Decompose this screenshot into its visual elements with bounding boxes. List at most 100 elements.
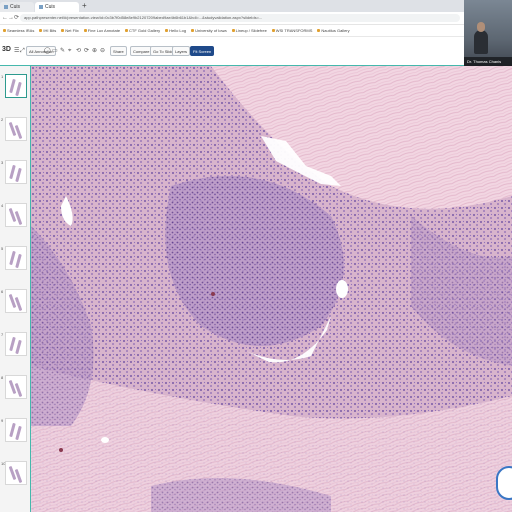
toolbar-tool-icon[interactable]: ⌖	[68, 48, 71, 54]
app-logo: 3D	[2, 46, 11, 53]
thumbnail-number: 9	[1, 418, 4, 423]
thumbnail-number: 2	[1, 117, 4, 122]
tissue-section	[15, 81, 22, 97]
bookmark-item[interactable]: CTF Gold Gallery	[125, 25, 162, 36]
thumbnail-number: 6	[1, 289, 4, 294]
vessel-space	[336, 280, 348, 298]
bookmark-label: CTF Gold Gallery	[129, 28, 161, 33]
toolbar-tool-icon[interactable]: ⊕	[92, 48, 97, 54]
participant-name: Dr. Thomas Chanis	[464, 57, 512, 66]
pigment-spot	[59, 448, 63, 452]
tissue-section	[15, 253, 22, 269]
tissue-section	[14, 382, 23, 398]
browser-tab-2[interactable]: Cuis	[35, 2, 79, 12]
browser-tab-bar: Cuis Cuis +	[0, 0, 512, 12]
slide-viewer[interactable]	[31, 66, 512, 512]
slide-thumbnail[interactable]	[5, 74, 27, 98]
bookmark-icon	[317, 29, 321, 33]
bookmark-label: WSI TRANSFORMS	[275, 28, 313, 33]
bookmark-icon	[125, 29, 129, 33]
tab-favicon	[4, 4, 8, 9]
bookmark-item[interactable]: Net Flix	[61, 25, 81, 36]
bookmark-label: Fine Lux Annotate	[87, 28, 121, 33]
thumbnail-number: 5	[1, 246, 4, 251]
browser-tab-1[interactable]: Cuis	[0, 2, 34, 12]
thumbnail-number: 1	[1, 74, 4, 79]
tissue-section	[14, 210, 23, 226]
slide-thumbnail[interactable]	[5, 160, 27, 184]
tissue-section	[15, 425, 22, 441]
expand-icon[interactable]: ⤢	[20, 48, 25, 54]
thumbnail-number: 3	[1, 160, 4, 165]
bookmark-icon	[3, 29, 6, 33]
bookmark-icon	[39, 29, 43, 33]
participant-body	[474, 30, 488, 54]
toolbar-button[interactable]: Share	[110, 46, 127, 56]
bookmark-icon	[165, 29, 169, 33]
tab-label: Cuis	[10, 4, 21, 10]
toolbar-tool-icon[interactable]: ◯	[44, 48, 51, 54]
tissue-section	[15, 167, 22, 183]
new-tab-button[interactable]: +	[82, 1, 87, 11]
toolbar-tool-icon[interactable]: ▭	[52, 48, 58, 54]
bookmark-item[interactable]: University of Iowa	[191, 25, 229, 36]
tissue-section	[14, 468, 23, 484]
tissue-section	[14, 124, 23, 140]
tissue-section	[15, 339, 22, 355]
bookmark-icon	[83, 29, 87, 33]
address-bar[interactable]: app.pathpresenter.net/#/presentation-vie…	[20, 14, 460, 22]
address-row: ← → ⟳ app.pathpresenter.net/#/presentati…	[0, 12, 512, 25]
toolbar-tool-icon[interactable]: ⊖	[100, 48, 105, 54]
bookmark-item[interactable]: WSI TRANSFORMS	[271, 25, 315, 36]
slide-thumbnail[interactable]	[5, 461, 27, 485]
toolbar-tool-icon[interactable]: ✎	[60, 48, 65, 54]
viewer-toolbar: 3D ☰ ⤢ All Annotation Share Compare Go To S…	[0, 37, 464, 67]
toolbar-button[interactable]: Layers	[172, 46, 191, 56]
bookmark-item[interactable]: Lineup / Slidefree	[231, 25, 269, 36]
toolbar-tool-icon[interactable]: ⟳	[84, 48, 89, 54]
vessel-space	[101, 437, 109, 443]
participant-face	[477, 22, 485, 32]
bookmark-item[interactable]: IHI Bits	[39, 25, 58, 36]
navigator-widget[interactable]	[496, 466, 512, 500]
bookmark-icon	[191, 29, 195, 33]
tissue-section	[9, 164, 16, 180]
tissue-section	[9, 250, 16, 266]
tissue-section	[14, 296, 23, 312]
toolbar-button[interactable]: Fit Screen	[190, 46, 215, 56]
bookmark-label: University of Iowa	[195, 28, 227, 33]
pigment-spot	[211, 292, 215, 296]
thumbnail-number: 7	[1, 332, 4, 337]
tab-label: Cuis	[45, 4, 56, 10]
bookmark-item[interactable]: Seamless IRAs	[3, 25, 36, 36]
tissue-section	[9, 336, 16, 352]
tissue-section	[9, 78, 16, 94]
thumbnail-number: 8	[1, 375, 4, 380]
tab-favicon	[39, 4, 43, 9]
toolbar-tool-icon[interactable]: ⟲	[76, 48, 81, 54]
bookmark-item[interactable]: Hello Log	[165, 25, 188, 36]
slide-thumbnail[interactable]	[5, 289, 27, 313]
bookmark-item[interactable]: Fine Lux Annotate	[83, 25, 122, 36]
reload-icon[interactable]: ⟳	[14, 14, 19, 22]
bookmark-icon	[61, 29, 65, 33]
bookmark-label: IHI Bits	[43, 28, 57, 33]
slide-thumbnail[interactable]	[5, 203, 27, 227]
sidebar-toggle-icon[interactable]: ☰	[14, 48, 19, 54]
slide-thumbnail[interactable]	[5, 418, 27, 442]
histology-slide-image	[31, 66, 512, 512]
slide-thumbnail[interactable]	[5, 375, 27, 399]
slide-thumbnail[interactable]	[5, 332, 27, 356]
slide-thumbnail[interactable]	[5, 117, 27, 141]
bookmark-item[interactable]: Nautilus Gallery	[317, 25, 351, 36]
bookmark-label: Seamless IRAs	[7, 28, 35, 33]
bookmarks-bar: Seamless IRAs IHI Bits Net Flix Fine Lux An…	[0, 25, 464, 37]
bookmark-icon	[271, 29, 275, 33]
slide-thumbnail[interactable]	[5, 246, 27, 270]
bookmark-label: Net Flix	[65, 28, 79, 33]
bookmark-label: Nautilus Gallery	[321, 28, 350, 33]
bookmark-label: Lineup / Slidefree	[235, 28, 267, 33]
video-call-tile: Dr. Thomas Chanis	[464, 0, 512, 66]
slide-thumbnail-sidebar: 1 2 3 4 5 6 7 8 9 10	[0, 66, 31, 512]
bookmark-icon	[231, 29, 235, 33]
